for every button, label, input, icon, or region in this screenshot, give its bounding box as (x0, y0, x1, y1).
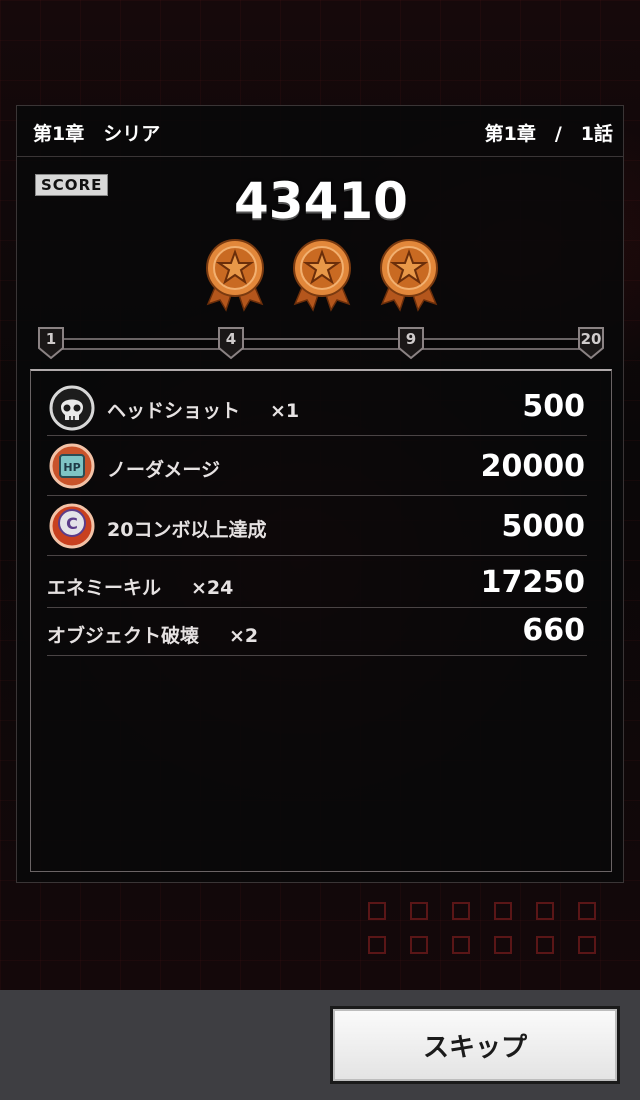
milestone-marker: 1 (35, 324, 67, 364)
combo-c-icon: C (49, 503, 95, 549)
svg-text:HP: HP (63, 461, 80, 474)
bronze-star-medal-icon (206, 239, 264, 312)
list-item-enemy-kill: エネミーキル ×24 17250 (47, 561, 587, 608)
list-item-no-damage: HP ノーダメージ 20000 (47, 441, 587, 496)
bonus-label: 20コンボ以上達成 (107, 519, 267, 541)
result-panel: 第1章 シリア 第1章 / 1話 SCORE 43410 1 4 9 20 ヘッ… (16, 105, 624, 883)
bonus-value: 20000 (480, 449, 585, 484)
skip-button[interactable]: スキップ (330, 1006, 620, 1084)
hp-icon: HP (49, 443, 95, 489)
list-item-combo: C 20コンボ以上達成 5000 (47, 501, 587, 556)
milestone-label: 20 (580, 330, 602, 348)
medal-progress-track: 1 4 9 20 (37, 324, 605, 364)
milestone-marker: 4 (215, 324, 247, 364)
skull-icon (49, 385, 95, 431)
bonus-value: 5000 (501, 509, 586, 544)
bonus-label: エネミーキル ×24 (47, 577, 234, 599)
bonus-value: 500 (522, 389, 585, 424)
list-item-headshot: ヘッドショット ×1 500 (47, 383, 587, 436)
chapter-title: 第1章 シリア (33, 123, 161, 145)
milestone-label: 4 (225, 330, 237, 348)
bronze-star-medal-icon (293, 239, 351, 312)
bonus-label: ヘッドショット ×1 (107, 400, 300, 422)
milestone-label: 1 (45, 330, 57, 348)
progress-bar (51, 338, 591, 350)
svg-text:C: C (66, 514, 78, 533)
bonus-value: 17250 (480, 565, 585, 600)
bonus-label: ノーダメージ (107, 459, 221, 481)
footer-bar: スキップ (0, 990, 640, 1100)
stage-progress: 第1章 / 1話 (484, 123, 613, 145)
milestone-label: 9 (405, 330, 417, 348)
bronze-star-medal-icon (380, 239, 438, 312)
score-value: 43410 (234, 172, 408, 230)
bonus-label: オブジェクト破壊 ×2 (47, 625, 259, 647)
score-breakdown-list: ヘッドショット ×1 500 HP ノーダメージ 20000 C 20コンボ以上達… (30, 369, 612, 872)
bonus-value: 660 (522, 613, 585, 648)
panel-header: 第1章 シリア 第1章 / 1話 (17, 106, 623, 157)
background-decoration (360, 896, 640, 966)
milestone-marker: 20 (575, 324, 607, 364)
medal-row (17, 236, 625, 316)
milestone-marker: 9 (395, 324, 427, 364)
list-item-object-destroy: オブジェクト破壊 ×2 660 (47, 609, 587, 656)
